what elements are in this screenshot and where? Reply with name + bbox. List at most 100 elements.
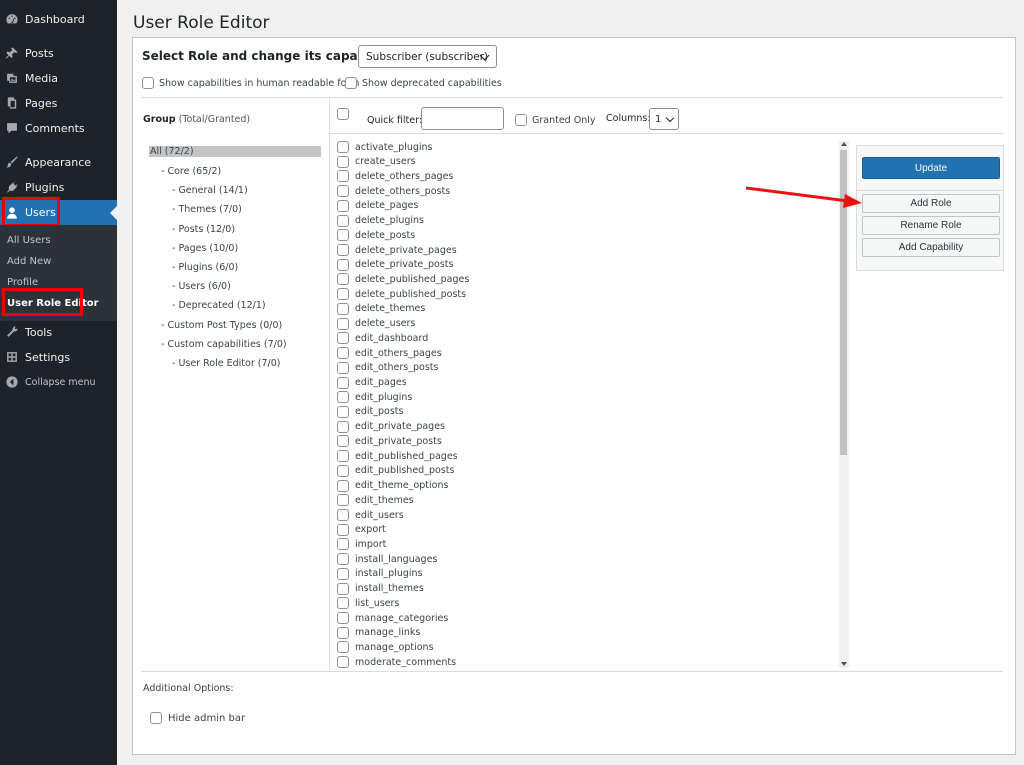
capability-checkbox[interactable] bbox=[337, 170, 349, 183]
capability-item[interactable]: delete_users bbox=[337, 317, 415, 331]
capability-checkbox[interactable] bbox=[337, 391, 349, 404]
capability-checkbox[interactable] bbox=[337, 494, 349, 507]
capability-item[interactable]: edit_pages bbox=[337, 376, 407, 390]
capability-item[interactable]: export bbox=[337, 523, 386, 537]
capability-item[interactable]: edit_published_pages bbox=[337, 449, 458, 463]
scroll-up-icon[interactable] bbox=[841, 142, 847, 146]
capability-item[interactable]: delete_others_posts bbox=[337, 184, 450, 198]
capability-checkbox[interactable] bbox=[337, 244, 349, 257]
capability-checkbox[interactable] bbox=[337, 317, 349, 330]
hide-admin-bar-option[interactable]: Hide admin bar bbox=[150, 712, 245, 724]
capability-checkbox[interactable] bbox=[337, 509, 349, 521]
submenu-all-users[interactable]: All Users bbox=[7, 235, 51, 246]
capability-checkbox[interactable] bbox=[337, 656, 349, 669]
menu-appearance[interactable]: Appearance bbox=[0, 150, 117, 174]
tree-item[interactable]: - Themes (7/0) bbox=[172, 204, 242, 215]
capability-item[interactable]: edit_plugins bbox=[337, 390, 412, 404]
capability-checkbox[interactable] bbox=[337, 141, 349, 153]
capability-item[interactable]: manage_options bbox=[337, 640, 434, 654]
capability-checkbox[interactable] bbox=[337, 361, 349, 374]
capability-item[interactable]: install_themes bbox=[337, 582, 424, 596]
capability-checkbox[interactable] bbox=[337, 479, 349, 492]
capability-checkbox[interactable] bbox=[337, 258, 349, 271]
capability-checkbox[interactable] bbox=[337, 641, 349, 654]
capability-checkbox[interactable] bbox=[337, 229, 349, 242]
capability-item[interactable]: edit_users bbox=[337, 508, 404, 522]
capability-item[interactable]: moderate_comments bbox=[337, 655, 456, 669]
capability-checkbox[interactable] bbox=[337, 612, 349, 625]
role-select[interactable]: Subscriber (subscriber) bbox=[358, 45, 497, 68]
granted-only-option[interactable]: Granted Only bbox=[515, 114, 596, 126]
quick-filter-input[interactable] bbox=[421, 107, 504, 130]
tree-item[interactable]: - Custom capabilities (7/0) bbox=[161, 339, 287, 350]
capability-item[interactable]: delete_pages bbox=[337, 199, 418, 213]
capability-item[interactable]: edit_dashboard bbox=[337, 331, 428, 345]
add-role-button[interactable]: Add Role bbox=[862, 194, 1000, 213]
tree-item[interactable]: - Pages (10/0) bbox=[172, 243, 238, 254]
capability-checkbox[interactable] bbox=[337, 553, 349, 566]
capability-item[interactable]: delete_private_posts bbox=[337, 258, 453, 272]
tree-item[interactable]: - Core (65/2) bbox=[161, 166, 221, 177]
tree-item[interactable]: - Posts (12/0) bbox=[172, 224, 235, 235]
rename-role-button[interactable]: Rename Role bbox=[862, 216, 1000, 235]
capability-checkbox[interactable] bbox=[337, 626, 349, 639]
capability-item[interactable]: delete_posts bbox=[337, 228, 415, 242]
menu-media[interactable]: Media bbox=[0, 66, 117, 90]
capability-checkbox[interactable] bbox=[337, 155, 349, 168]
capability-item[interactable]: delete_published_posts bbox=[337, 287, 466, 301]
select-all-checkbox[interactable] bbox=[337, 108, 349, 120]
option-human-readable[interactable]: Show capabilities in human readable form bbox=[142, 77, 359, 89]
capability-item[interactable]: manage_links bbox=[337, 626, 420, 640]
capability-item[interactable]: delete_plugins bbox=[337, 214, 424, 228]
capability-checkbox[interactable] bbox=[337, 273, 349, 286]
update-button[interactable]: Update bbox=[862, 157, 1000, 179]
tree-item[interactable]: - Deprecated (12/1) bbox=[172, 300, 266, 311]
capability-checkbox[interactable] bbox=[337, 523, 349, 536]
capability-item[interactable]: list_users bbox=[337, 596, 399, 610]
submenu-profile[interactable]: Profile bbox=[7, 277, 38, 288]
menu-tools[interactable]: Tools bbox=[0, 320, 117, 344]
menu-posts[interactable]: Posts bbox=[0, 41, 117, 65]
capability-item[interactable]: delete_published_pages bbox=[337, 272, 469, 286]
menu-settings[interactable]: Settings bbox=[0, 345, 117, 369]
tree-item[interactable]: - Users (6/0) bbox=[172, 281, 231, 292]
option-deprecated[interactable]: Show deprecated capabilities bbox=[345, 77, 502, 89]
capability-checkbox[interactable] bbox=[337, 214, 349, 227]
capability-checkbox[interactable] bbox=[337, 450, 349, 463]
capability-checkbox[interactable] bbox=[337, 302, 349, 315]
tree-item[interactable]: - General (14/1) bbox=[172, 185, 248, 196]
capability-item[interactable]: delete_others_pages bbox=[337, 169, 453, 183]
menu-pages[interactable]: Pages bbox=[0, 91, 117, 115]
capability-checkbox[interactable] bbox=[337, 582, 349, 595]
capability-checkbox[interactable] bbox=[337, 199, 349, 212]
tree-item[interactable]: - Plugins (6/0) bbox=[172, 262, 238, 273]
capability-item[interactable]: edit_private_posts bbox=[337, 434, 442, 448]
menu-dashboard[interactable]: Dashboard bbox=[0, 7, 117, 31]
tree-item-all[interactable]: All (72/2) bbox=[149, 146, 321, 157]
hide-admin-bar-checkbox[interactable] bbox=[150, 712, 162, 724]
capability-checkbox[interactable] bbox=[337, 538, 349, 551]
tree-item[interactable]: - User Role Editor (7/0) bbox=[172, 358, 280, 369]
capability-checkbox[interactable] bbox=[337, 185, 349, 198]
capability-checkbox[interactable] bbox=[337, 376, 349, 389]
add-capability-button[interactable]: Add Capability bbox=[862, 238, 1000, 257]
capability-checkbox[interactable] bbox=[337, 420, 349, 433]
capability-item[interactable]: install_languages bbox=[337, 552, 437, 566]
capability-item[interactable]: edit_posts bbox=[337, 405, 403, 419]
deprecated-checkbox[interactable] bbox=[345, 77, 357, 89]
menu-comments[interactable]: Comments bbox=[0, 116, 117, 140]
capability-item[interactable]: edit_others_pages bbox=[337, 346, 442, 360]
scroll-down-icon[interactable] bbox=[841, 662, 847, 666]
capability-item[interactable]: edit_themes bbox=[337, 493, 414, 507]
capability-checkbox[interactable] bbox=[337, 464, 349, 477]
granted-only-checkbox[interactable] bbox=[515, 114, 527, 126]
capability-item[interactable]: delete_private_pages bbox=[337, 243, 457, 257]
capability-item[interactable]: manage_categories bbox=[337, 611, 448, 625]
capability-item[interactable]: delete_themes bbox=[337, 302, 425, 316]
capability-item[interactable]: edit_private_pages bbox=[337, 420, 445, 434]
tree-item[interactable]: - Custom Post Types (0/0) bbox=[161, 320, 282, 331]
capability-item[interactable]: activate_plugins bbox=[337, 140, 433, 154]
capability-item[interactable]: import bbox=[337, 537, 386, 551]
capability-item[interactable]: edit_theme_options bbox=[337, 479, 448, 493]
human-readable-checkbox[interactable] bbox=[142, 77, 154, 89]
